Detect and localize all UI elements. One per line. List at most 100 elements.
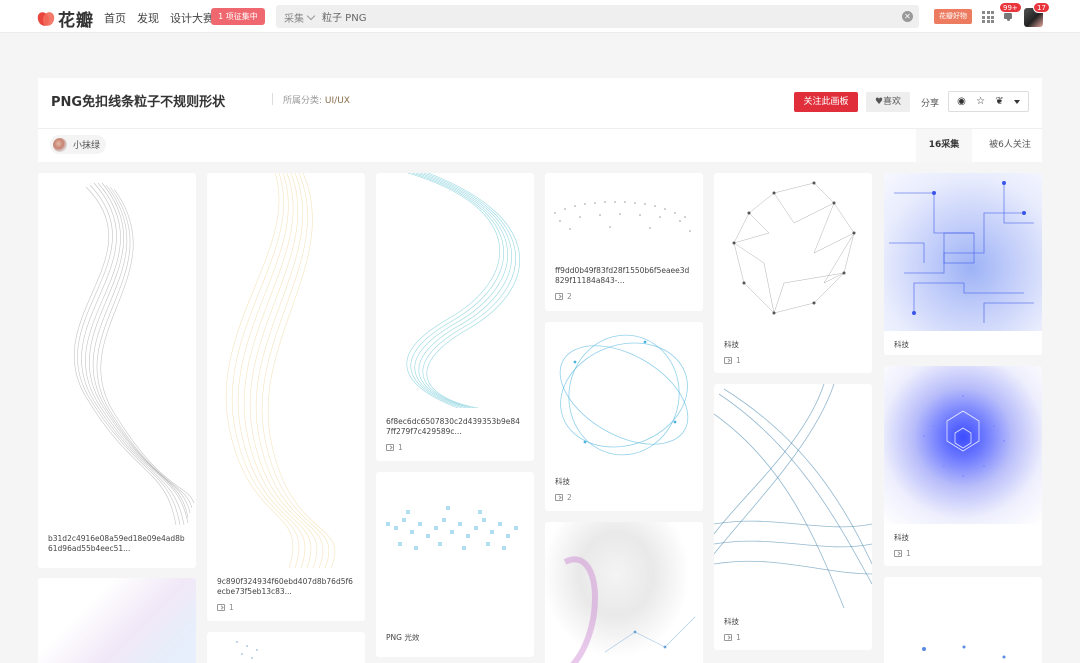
search-input[interactable] [322,8,882,25]
pin-description: 科技 [894,533,909,542]
search-scope-dropdown[interactable]: 采集 [284,10,316,25]
chevron-down-icon [306,11,316,21]
nav-home[interactable]: 首页 [104,10,126,26]
category-label: 所属分类: [283,96,323,106]
pin-description: 科技 [724,617,739,626]
pin-description: PNG 光效 [386,633,420,642]
pin-repin-count: 1 [376,443,534,452]
board-header: PNG免扣线条粒子不规则形状 所属分类: UI/UX 关注此画板 ♥喜欢 分享 … [38,78,1042,162]
pin-card[interactable]: b31d2c4916e08a59ed18e09e4ad8b61d96ad55b4… [38,173,196,568]
search-scope-label: 采集 [284,14,304,25]
pin-image[interactable] [884,366,1042,524]
pin-description: 科技 [894,340,909,349]
pin-repin-count: 1 [884,549,1042,558]
like-button[interactable]: ♥喜欢 [866,92,910,112]
pin-card[interactable]: 6f8ec6dc6507830c2d439353b9e847ff279f7c42… [376,173,534,461]
repin-icon [894,550,902,557]
pin-repin-count: 1 [714,356,872,365]
wechat-icon[interactable]: ❦ [995,96,1003,107]
pin-image[interactable] [207,173,365,568]
pin-image[interactable] [884,173,1042,331]
repin-icon [386,444,394,451]
pin-description: 9c890f324934f60ebd407d8b76d5f6ecbe73f5eb… [217,577,353,596]
pin-card[interactable] [207,632,365,663]
board-separator [38,128,1042,129]
nav-discover[interactable]: 发现 [137,10,159,26]
pin-description: 6f8ec6dc6507830c2d439353b9e847ff279f7c42… [386,417,520,436]
owner-avatar [53,137,67,152]
main-nav: 首页 发现 设计大赛 [104,10,214,26]
repin-icon [217,604,225,611]
search-bar: 采集 ✕ [276,5,919,28]
pin-description: b31d2c4916e08a59ed18e09e4ad8b61d96ad55b4… [48,534,185,553]
pin-image[interactable] [376,472,534,624]
repin-count: 2 [567,292,572,301]
pin-card[interactable]: 科技 1 [714,384,872,650]
pin-card[interactable] [545,522,703,663]
repin-icon [555,494,563,501]
pin-image[interactable] [38,578,196,663]
pin-card[interactable]: 科技 [884,173,1042,355]
tab-followers[interactable]: 被6人关注 [978,129,1042,162]
repin-count: 1 [736,633,741,642]
pin-card[interactable] [884,577,1042,663]
pin-image[interactable] [714,173,872,331]
apps-grid-icon[interactable] [982,11,994,23]
pin-image[interactable] [38,173,196,525]
nav-design-contest[interactable]: 设计大赛 [170,10,214,26]
board-owner[interactable]: 小抹绿 [50,135,107,154]
pin-repin-count: 1 [207,603,365,612]
pin-repin-count: 2 [545,493,703,502]
pin-card[interactable]: 科技 1 [714,173,872,373]
good-shop-button[interactable]: 花瓣好物 [934,9,972,24]
board-category: 所属分类: UI/UX [283,93,350,106]
pin-card[interactable]: 科技 2 [545,322,703,511]
petal-logo-icon [38,11,54,27]
like-label: 喜欢 [883,97,902,107]
star-icon[interactable]: ☆ [976,96,985,107]
heart-icon: ♥ [874,97,884,107]
pin-card[interactable] [38,578,196,663]
pin-image[interactable] [545,173,703,257]
pin-repin-count: 2 [545,292,703,301]
weibo-icon[interactable]: ◉ [957,96,966,107]
owner-name: 小抹绿 [73,141,101,151]
message-count-badge: 17 [1033,2,1050,13]
pin-description: 科技 [555,477,570,486]
pin-card[interactable]: PNG 光效 [376,472,534,657]
category-link[interactable]: UI/UX [325,96,350,106]
pin-description: ff9dd0b49f83fd28f1550b6f5eaee3d829f11184… [555,266,690,285]
pin-image[interactable] [376,173,534,408]
repin-count: 1 [736,356,741,365]
clear-search-icon[interactable]: ✕ [902,11,913,22]
logo-text: 花瓣 [58,11,94,31]
pin-image[interactable] [207,632,365,663]
caret-down-icon[interactable] [1013,99,1020,104]
share-options: ◉ ☆ ❦ [948,91,1029,112]
notification-count-badge: 99+ [999,2,1022,13]
title-divider [272,93,273,105]
pin-card[interactable]: 科技 1 [884,366,1042,566]
repin-icon [555,293,563,300]
pin-image[interactable] [545,322,703,468]
repin-icon [724,634,732,641]
repin-count: 1 [398,443,403,452]
pin-image[interactable] [545,522,703,663]
follow-board-button[interactable]: 关注此画板 [794,92,858,112]
contest-badge[interactable]: 1 项征集中 [211,8,265,25]
pin-image[interactable] [714,384,872,608]
repin-count: 1 [906,549,911,558]
tab-pins[interactable]: 16采集 [916,129,972,162]
pin-image[interactable] [884,577,1042,663]
board-title: PNG免扣线条粒子不规则形状 [51,95,226,110]
pin-card[interactable]: ff9dd0b49f83fd28f1550b6f5eaee3d829f11184… [545,173,703,311]
repin-count: 2 [567,493,572,502]
repin-count: 1 [229,603,234,612]
pin-description: 科技 [724,340,739,349]
pin-card[interactable]: 9c890f324934f60ebd407d8b76d5f6ecbe73f5eb… [207,173,365,621]
top-navigation: 花瓣 首页 发现 设计大赛 1 项征集中 采集 ✕ 花瓣好物 99+ 17 [0,0,1080,33]
logo[interactable]: 花瓣 [38,6,94,31]
pin-repin-count: 1 [714,633,872,642]
repin-icon [724,357,732,364]
share-label: 分享 [921,99,940,109]
